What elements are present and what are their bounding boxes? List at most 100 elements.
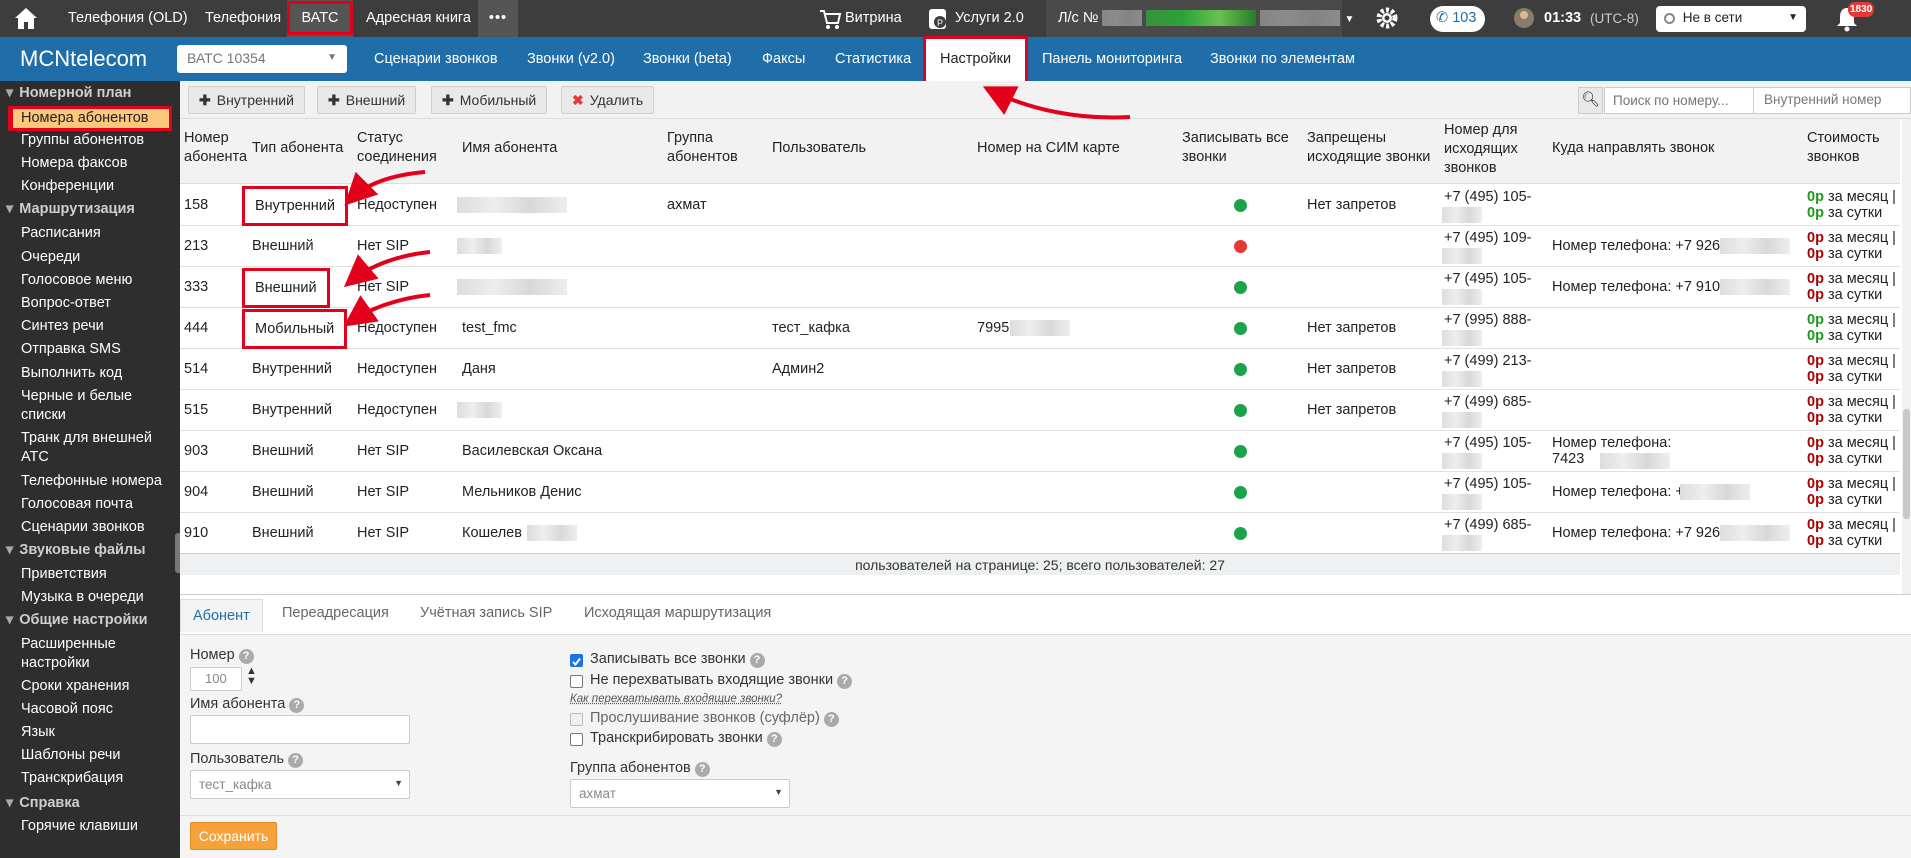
delete-button[interactable]: ✖ Удалить bbox=[561, 86, 655, 114]
help-icon[interactable]: ? bbox=[288, 753, 304, 768]
transcribe-checkbox[interactable] bbox=[570, 733, 583, 746]
table-row[interactable]: 333 Внешний Нет SIP +7 (495) 105- Номер теле… bbox=[180, 267, 1900, 308]
sidebar-item-subscriber-groups[interactable]: Группы абонентов bbox=[21, 131, 171, 150]
sidebar-item-language[interactable]: Язык bbox=[21, 723, 171, 742]
help-icon[interactable]: ? bbox=[694, 762, 710, 777]
sidebar-item-speech-templates[interactable]: Шаблоны речи bbox=[21, 746, 171, 765]
presence-select[interactable]: Не в сети ▼ bbox=[1656, 6, 1806, 32]
add-external-button[interactable]: ✚ Внешний bbox=[317, 86, 417, 114]
more-menu-button[interactable]: ••• bbox=[478, 0, 518, 37]
vats-select[interactable]: ВАТС 10354 ▼ bbox=[177, 45, 347, 73]
nav-telephony[interactable]: Телефония bbox=[205, 0, 281, 37]
col-status[interactable]: Статус соединения bbox=[357, 129, 437, 167]
tab-outgoing-routing[interactable]: Исходящая маршрутизация bbox=[584, 605, 771, 621]
tab-call-scenarios[interactable]: Сценарии звонков bbox=[374, 37, 498, 81]
gear-icon[interactable] bbox=[1373, 0, 1403, 37]
home-icon[interactable] bbox=[12, 0, 42, 37]
col-outgoing-ban[interactable]: Запрещены исходящие звонки bbox=[1307, 129, 1437, 167]
tab-settings[interactable]: Настройки bbox=[923, 36, 1029, 84]
tab-subscriber[interactable]: Абонент bbox=[180, 599, 263, 632]
sidebar-item-retention[interactable]: Сроки хранения bbox=[21, 677, 171, 696]
sidebar-item-fax-numbers[interactable]: Номера факсов bbox=[21, 154, 171, 173]
col-outgoing-number[interactable]: Номер для исходящих звонков bbox=[1444, 121, 1529, 178]
sidebar-section-help[interactable]: Справка bbox=[0, 795, 180, 811]
search-icon[interactable]: 🔍︎ bbox=[1578, 87, 1603, 114]
help-icon[interactable]: ? bbox=[238, 649, 254, 664]
sidebar-section-routing[interactable]: Маршрутизация bbox=[0, 201, 180, 217]
table-row[interactable]: 158 Внутренний Недоступен ахмат Нет запретов… bbox=[180, 185, 1900, 226]
tab-calls-beta[interactable]: Звонки (beta) bbox=[643, 37, 732, 81]
user-select[interactable]: тест_кафка ▼ bbox=[190, 770, 410, 799]
nav-services[interactable]: Услуги 2.0 bbox=[955, 0, 1024, 37]
account-selector[interactable]: Л/с № ▼ bbox=[1046, 0, 1354, 37]
scrollbar-thumb[interactable] bbox=[1903, 409, 1910, 519]
table-row[interactable]: 904 Внешний Нет SIP Мельников Денис +7 (495)… bbox=[180, 472, 1900, 513]
col-forward[interactable]: Куда направлять звонок bbox=[1552, 139, 1714, 158]
help-icon[interactable]: ? bbox=[837, 674, 853, 689]
help-icon[interactable]: ? bbox=[823, 712, 839, 727]
sidebar-item-subscriber-numbers[interactable]: Номера абонентов bbox=[10, 106, 172, 131]
sidebar-item-advanced[interactable]: Расширенные настройки bbox=[21, 635, 171, 673]
sidebar-item-speech-synthesis[interactable]: Синтез речи bbox=[21, 317, 171, 336]
sidebar-item-greetings[interactable]: Приветствия bbox=[21, 565, 171, 584]
col-type[interactable]: Тип абонента bbox=[252, 139, 343, 158]
help-icon[interactable]: ? bbox=[766, 732, 782, 747]
col-user[interactable]: Пользователь bbox=[772, 139, 866, 158]
sidebar-item-scenarios[interactable]: Сценарии звонков bbox=[21, 518, 171, 537]
sidebar-item-voicemail[interactable]: Голосовая почта bbox=[21, 495, 171, 514]
tab-faxes[interactable]: Факсы bbox=[762, 37, 805, 81]
phone-status-pill[interactable]: ✆ 103 bbox=[1430, 6, 1485, 32]
no-intercept-checkbox[interactable] bbox=[570, 675, 583, 688]
sidebar-section-sound-files[interactable]: Звуковые файлы bbox=[0, 542, 180, 558]
sidebar-item-transcription[interactable]: Транскрибация bbox=[21, 769, 171, 788]
search-input[interactable] bbox=[1604, 87, 1756, 114]
tab-calls-by-element[interactable]: Звонки по элементам bbox=[1210, 37, 1355, 81]
col-cost[interactable]: Стоимость звонков bbox=[1807, 129, 1892, 167]
table-row[interactable]: 213 Внешний Нет SIP +7 (495) 109- Номер теле… bbox=[180, 226, 1900, 267]
sidebar-item-run-code[interactable]: Выполнить код bbox=[21, 364, 171, 383]
sidebar-item-conferences[interactable]: Конференции bbox=[21, 177, 171, 196]
name-input[interactable] bbox=[190, 715, 410, 744]
sidebar-section-numbering[interactable]: Номерной план bbox=[0, 85, 180, 101]
group-select[interactable]: ахмат ▼ bbox=[570, 779, 790, 808]
sidebar-item-timezone[interactable]: Часовой пояс bbox=[21, 700, 171, 719]
number-input[interactable]: 100 bbox=[190, 667, 242, 691]
table-row[interactable]: 515 Внутренний Недоступен Нет запретов +7 (4… bbox=[180, 390, 1900, 431]
number-stepper[interactable]: ▲ ▼ bbox=[246, 666, 257, 687]
save-button[interactable]: Сохранить bbox=[190, 822, 277, 850]
col-group[interactable]: Группа абонентов bbox=[667, 129, 747, 167]
add-internal-button[interactable]: ✚ Внутренний bbox=[188, 86, 305, 114]
nav-vats[interactable]: ВАТС bbox=[287, 0, 353, 37]
sidebar-item-schedules[interactable]: Расписания bbox=[21, 224, 171, 243]
add-mobile-button[interactable]: ✚ Мобильный bbox=[431, 86, 548, 114]
table-row[interactable]: 903 Внешний Нет SIP Василевская Оксана +7 (4… bbox=[180, 431, 1900, 472]
help-icon[interactable]: ? bbox=[289, 698, 305, 713]
tab-sip-account[interactable]: Учётная запись SIP bbox=[420, 605, 552, 621]
sidebar-item-voice-menu[interactable]: Голосовое меню bbox=[21, 271, 171, 290]
sidebar-section-general[interactable]: Общие настройки bbox=[0, 612, 180, 628]
nav-address-book[interactable]: Адресная книга bbox=[366, 0, 471, 37]
sidebar-item-black-white-lists[interactable]: Черные и белые списки bbox=[21, 387, 171, 425]
sidebar-item-hotkeys[interactable]: Горячие клавиши bbox=[21, 817, 171, 836]
cart-icon[interactable] bbox=[818, 0, 848, 37]
help-icon[interactable]: ? bbox=[749, 653, 765, 668]
sidebar-item-phone-numbers[interactable]: Телефонные номера bbox=[21, 472, 171, 491]
sidebar-item-send-sms[interactable]: Отправка SMS bbox=[21, 340, 171, 359]
table-row[interactable]: 910 Внешний Нет SIP Кошелев +7 (499) 685- Ном… bbox=[180, 513, 1900, 554]
col-record-all[interactable]: Записывать все звонки bbox=[1182, 129, 1297, 167]
sidebar-item-qa[interactable]: Вопрос-ответ bbox=[21, 294, 171, 313]
col-name[interactable]: Имя абонента bbox=[462, 139, 557, 158]
tab-statistics[interactable]: Статистика bbox=[835, 37, 911, 81]
sidebar-item-queues[interactable]: Очереди bbox=[21, 248, 171, 267]
table-row[interactable]: 514 Внутренний Недоступен Даня Админ2 Нет зап… bbox=[180, 349, 1900, 390]
table-row[interactable]: 444 Мобильный Недоступен test_fmc тест_кафка… bbox=[180, 308, 1900, 349]
col-number[interactable]: Номер абонента bbox=[184, 129, 247, 167]
nav-telephony-old[interactable]: Телефония (OLD) bbox=[68, 0, 188, 37]
tab-monitoring[interactable]: Панель мониторинга bbox=[1042, 37, 1182, 81]
avatar[interactable] bbox=[1513, 0, 1535, 37]
tab-calls-v2[interactable]: Звонки (v2.0) bbox=[527, 37, 615, 81]
record-all-checkbox[interactable] bbox=[570, 654, 583, 667]
tab-forwarding[interactable]: Переадресация bbox=[282, 605, 389, 621]
search-field-select[interactable]: Внутренний номер bbox=[1753, 87, 1911, 114]
sidebar-item-queue-music[interactable]: Музыка в очереди bbox=[21, 588, 171, 607]
